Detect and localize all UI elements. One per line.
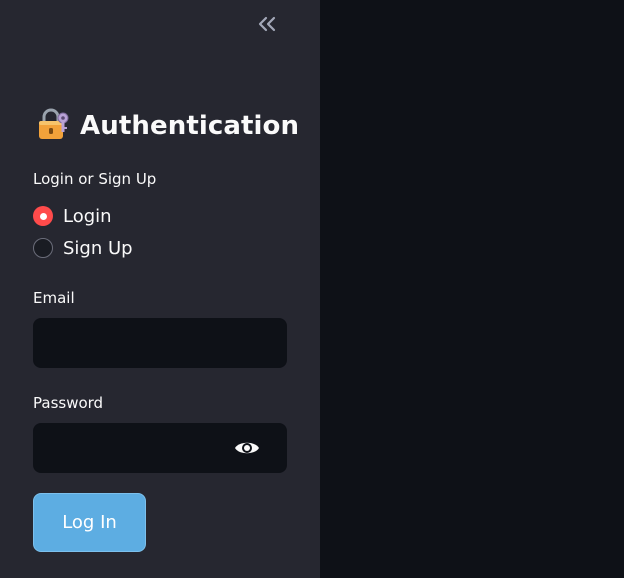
radio-button-unselected[interactable] xyxy=(33,238,53,258)
radio-sign-up-label: Sign Up xyxy=(63,237,133,259)
app: Authentication Login or Sign Up Login Si… xyxy=(0,0,624,578)
email-label: Email xyxy=(33,289,75,307)
radio-login[interactable]: Login xyxy=(33,204,112,228)
main-content xyxy=(320,0,624,578)
locked-with-key-icon xyxy=(36,108,70,144)
page-title-text: Authentication xyxy=(80,111,300,141)
radio-login-label: Login xyxy=(63,205,112,227)
double-chevron-left-icon xyxy=(257,16,277,36)
password-field-wrapper xyxy=(33,423,287,473)
log-in-button[interactable]: Log In xyxy=(33,493,146,552)
email-field-wrapper xyxy=(33,318,287,368)
eye-icon[interactable] xyxy=(234,439,260,457)
email-field[interactable] xyxy=(34,319,286,367)
collapse-sidebar-button[interactable] xyxy=(253,13,281,39)
radio-sign-up[interactable]: Sign Up xyxy=(33,236,133,260)
password-label: Password xyxy=(33,394,104,412)
page-title: Authentication xyxy=(36,108,299,144)
mode-label: Login or Sign Up xyxy=(33,170,157,188)
radio-button-selected[interactable] xyxy=(33,206,53,226)
sidebar: Authentication Login or Sign Up Login Si… xyxy=(0,0,320,578)
